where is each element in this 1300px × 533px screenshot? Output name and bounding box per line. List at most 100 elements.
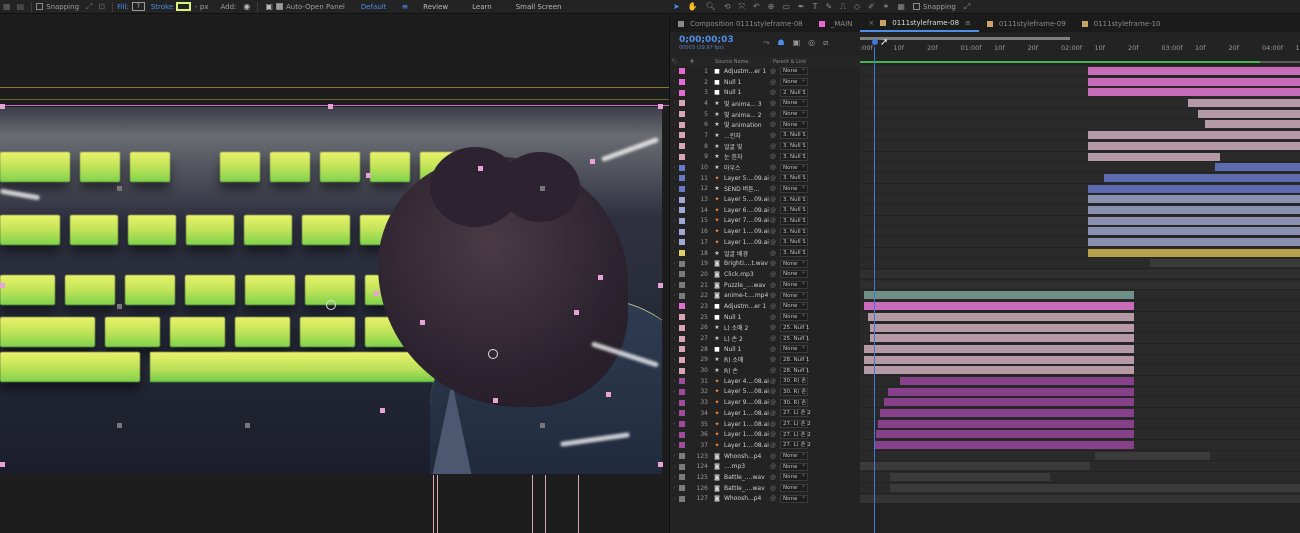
layer-row[interactable]: › 123 ◙ Whoosh...p4 @ None [670,451,860,462]
layer-duration-bar[interactable] [860,462,1090,471]
label-color-swatch[interactable] [679,79,685,86]
expand-twirl-icon[interactable]: › [670,111,679,117]
layer-name[interactable]: 빛 anima... 3 [724,99,770,108]
pickwhip-icon[interactable]: @ [770,121,778,128]
current-timecode[interactable]: 0;00;00;03 [679,35,734,45]
parent-select[interactable]: None [780,184,808,193]
layer-row[interactable]: › 37 ✦ Layer 1....08.ai @27. L) 손 2 [670,440,860,451]
label-color-swatch[interactable] [679,346,685,353]
expand-twirl-icon[interactable]: › [670,229,679,235]
layer-duration-bar[interactable] [884,398,1134,407]
label-color-swatch[interactable] [679,367,685,374]
label-color-swatch[interactable] [679,153,685,160]
parent-select[interactable]: 3. Null 1 [780,248,808,258]
layer-track[interactable] [860,98,1300,109]
layer-duration-bar[interactable] [1088,131,1300,140]
label-color-swatch[interactable] [679,217,685,224]
layer-duration-bar[interactable] [1088,184,1300,193]
layer-duration-bar[interactable] [1198,109,1300,118]
expand-twirl-icon[interactable]: › [670,250,679,256]
parent-select[interactable]: 27. L) 손 2 [780,430,811,439]
layer-track[interactable] [860,461,1300,473]
add-property-icon[interactable]: ◉ [243,2,250,11]
layer-duration-bar[interactable] [860,280,1300,289]
layer-duration-bar[interactable] [1088,141,1300,150]
puppet-tool-icon[interactable]: ✶ [883,2,890,11]
layer-row[interactable]: › 3 ■ Null 1 @2. Null 1 [670,87,860,98]
auto-open-checkbox[interactable] [275,3,283,10]
label-color-swatch[interactable] [679,185,685,192]
parent-select[interactable]: None [780,312,808,322]
expand-twirl-icon[interactable]: › [670,282,679,288]
layer-track[interactable] [860,172,1300,184]
pickwhip-icon[interactable]: @ [770,89,778,96]
layer-row[interactable]: › 16 ✦ Layer 1....09.ai @3. Null 1 [670,226,860,237]
parent-select[interactable]: None [780,98,808,108]
layer-handle[interactable] [420,320,425,325]
label-color-swatch[interactable] [679,196,685,203]
expand-twirl-icon[interactable]: › [670,400,679,406]
expand-twirl-icon[interactable]: › [670,154,679,160]
label-color-swatch[interactable] [679,399,685,406]
layer-track[interactable] [860,237,1300,248]
layer-row[interactable]: › 11 ✦ Layer 5....09.ai @3. Null 1 [670,173,860,184]
layer-duration-bar[interactable] [1150,259,1300,268]
parent-select[interactable]: 27. L) 손 2 [780,408,811,418]
expand-twirl-icon[interactable]: › [670,325,679,331]
parent-select[interactable]: None [780,344,808,354]
layer-name[interactable]: L) 소매 2 [724,323,770,332]
expand-twirl-icon[interactable]: › [670,410,679,416]
parent-select[interactable]: 27. L) 손 2 [780,419,811,429]
layer-track[interactable] [860,66,1300,77]
workspace-review[interactable]: Review [423,3,448,11]
pickwhip-icon[interactable]: @ [770,282,778,289]
expand-twirl-icon[interactable]: › [670,453,679,459]
pickwhip-icon[interactable]: @ [770,431,778,438]
label-color-swatch[interactable] [679,271,685,278]
layer-name[interactable]: 빛 animation [724,120,770,129]
layer-handle[interactable] [374,291,379,296]
layer-row[interactable]: › 18 ★ 얼굴 배경 @3. Null 1 [670,248,860,259]
layer-track[interactable] [860,450,1300,462]
pickwhip-icon[interactable]: @ [770,250,778,257]
expand-twirl-icon[interactable]: › [670,90,679,96]
layer-duration-bar[interactable] [878,419,1134,428]
tab-styleframe-09[interactable]: 0111styleframe-09 [979,15,1074,32]
zoom-tool-icon[interactable]: 🔍︎ [706,2,716,11]
layer-name[interactable]: Layer 1....09.ai [724,239,770,246]
expand-twirl-icon[interactable]: › [670,186,679,192]
layer-row[interactable]: › 126 ◙ Battle_....wav @ None [670,483,860,494]
brush-tool-icon[interactable]: ✎ [826,2,833,11]
snap-magnet-icon[interactable]: ⤢ [86,2,92,12]
layer-name[interactable]: Layer 4....08.ai [724,378,770,385]
layer-row[interactable]: › 35 ✦ Layer 1....08.ai @27. L) 손 2 [670,419,860,430]
layer-track[interactable] [860,365,1300,376]
layer-name[interactable]: 눈 흰자 [724,152,770,161]
expand-twirl-icon[interactable]: › [670,357,679,363]
pickwhip-icon[interactable]: @ [770,421,778,428]
parent-select[interactable]: 3. Null 1 [780,227,808,236]
fill-swatch[interactable]: ? [131,2,145,11]
playhead-line[interactable] [874,47,875,533]
pen-tool-icon[interactable]: ✒ [798,2,805,11]
pickwhip-icon[interactable]: @ [770,453,778,460]
label-color-swatch[interactable] [679,453,685,460]
layer-duration-bar[interactable] [1088,205,1300,214]
layer-duration-bar[interactable] [1088,238,1300,246]
layer-duration-bar[interactable] [1088,195,1300,204]
layer-track[interactable] [860,472,1300,483]
layer-duration-bar[interactable] [870,334,1134,343]
label-color-swatch[interactable] [679,463,685,470]
expand-twirl-icon[interactable]: › [670,314,679,320]
parent-select[interactable]: 28. Null 1 [780,355,809,364]
layer-track[interactable] [860,482,1300,494]
pickwhip-icon[interactable]: @ [770,228,778,235]
layer-name[interactable]: Whoosh...p4 [724,453,770,460]
layer-name[interactable]: 마우스 [724,163,770,172]
layer-duration-bar[interactable] [874,441,1134,450]
layer-name[interactable]: anime-t....mp4 [724,292,770,299]
composition-frame[interactable] [0,107,662,474]
bound-handle[interactable] [328,104,333,109]
pickwhip-icon[interactable]: @ [770,314,778,321]
label-color-swatch[interactable] [679,143,685,150]
